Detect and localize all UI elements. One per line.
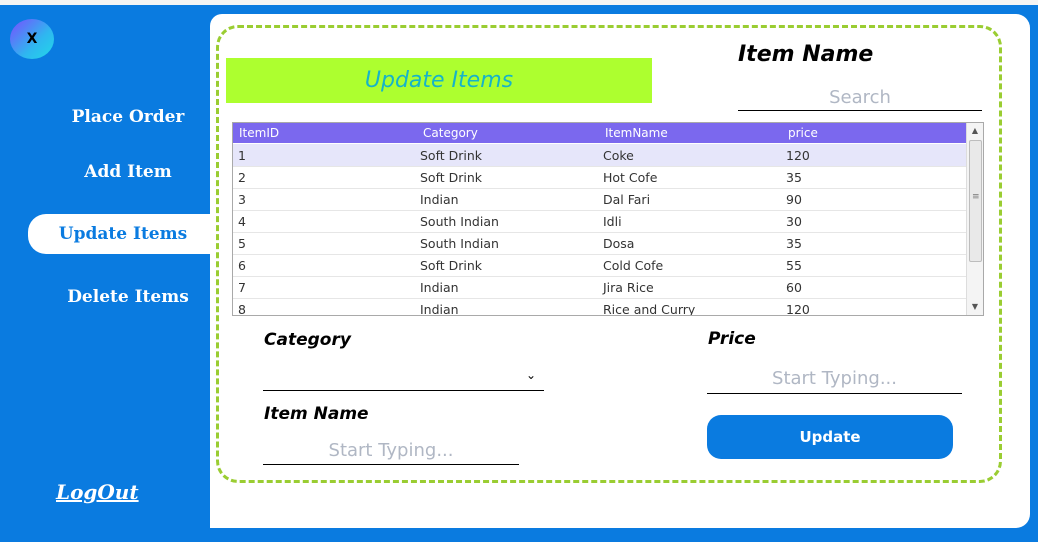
cell-itemid: 7 <box>238 280 246 295</box>
cell-category: Soft Drink <box>420 258 483 273</box>
cell-itemname: Dosa <box>603 236 635 251</box>
column-header-itemname[interactable]: ItemName <box>605 126 668 140</box>
sidebar-item-delete-items[interactable]: Delete Items <box>28 277 228 317</box>
cell-itemid: 3 <box>238 192 246 207</box>
cell-category: South Indian <box>420 236 499 251</box>
cell-itemid: 4 <box>238 214 246 229</box>
cell-price: 60 <box>786 280 802 295</box>
cell-itemname: Coke <box>603 148 634 163</box>
table-row[interactable]: 1 Soft Drink Coke 120 <box>233 144 966 167</box>
cell-category: Indian <box>420 302 459 316</box>
table-header: ItemID Category ItemName price <box>233 123 966 143</box>
table-row[interactable]: 3 Indian Dal Fari 90 <box>233 188 966 211</box>
sidebar-item-label: Place Order <box>71 107 185 127</box>
cell-category: Indian <box>420 192 459 207</box>
cell-price: 120 <box>786 148 810 163</box>
cell-category: Soft Drink <box>420 148 483 163</box>
price-input[interactable] <box>707 364 962 394</box>
cell-price: 35 <box>786 170 802 185</box>
scrollbar-thumb[interactable]: ≡ <box>969 140 982 262</box>
page-title: Update Items <box>226 58 652 103</box>
scroll-down-arrow-icon[interactable]: ▼ <box>967 299 983 315</box>
grip-icon: ≡ <box>972 192 980 202</box>
cell-category: Soft Drink <box>420 170 483 185</box>
chevron-down-icon: ⌄ <box>525 368 536 382</box>
items-table: ItemID Category ItemName price 1 Soft Dr… <box>232 122 984 316</box>
cell-price: 30 <box>786 214 802 229</box>
cell-category: Indian <box>420 280 459 295</box>
background-window-strip <box>0 0 1038 5</box>
cell-itemname: Dal Fari <box>603 192 651 207</box>
column-header-price[interactable]: price <box>788 126 818 140</box>
cell-itemname: Hot Cofe <box>603 170 658 185</box>
cell-itemid: 6 <box>238 258 246 273</box>
category-label: Category <box>264 330 351 350</box>
sidebar-item-add-item[interactable]: Add Item <box>28 152 228 192</box>
sidebar-item-place-order[interactable]: Place Order <box>28 97 228 137</box>
cell-itemid: 8 <box>238 302 246 316</box>
cell-itemname: Cold Cofe <box>603 258 664 273</box>
sidebar-item-label: Update Items <box>58 224 188 244</box>
cell-price: 55 <box>786 258 802 273</box>
item-name-search-label: Item Name <box>738 42 874 67</box>
cell-itemname: Rice and Curry <box>603 302 696 316</box>
price-label: Price <box>708 329 756 349</box>
column-header-category[interactable]: Category <box>423 126 478 140</box>
cell-price: 90 <box>786 192 802 207</box>
close-button[interactable]: X <box>10 19 54 59</box>
table-row[interactable]: 4 South Indian Idli 30 <box>233 210 966 233</box>
table-row[interactable]: 7 Indian Jira Rice 60 <box>233 276 966 299</box>
update-button[interactable]: Update <box>707 415 953 459</box>
column-header-itemid[interactable]: ItemID <box>239 126 279 140</box>
sidebar-item-label: Delete Items <box>67 287 189 307</box>
scroll-up-arrow-icon[interactable]: ▲ <box>967 123 983 139</box>
sidebar-item-label: Add Item <box>84 162 172 182</box>
sidebar-item-update-items[interactable]: Update Items <box>28 214 218 254</box>
cell-itemname: Jira Rice <box>603 280 654 295</box>
cell-itemname: Idli <box>603 214 622 229</box>
cell-price: 120 <box>786 302 810 316</box>
table-scrollbar[interactable]: ▲ ≡ ▼ <box>966 123 983 315</box>
category-select[interactable]: ⌄ <box>263 360 544 391</box>
cell-itemid: 5 <box>238 236 246 251</box>
table-row[interactable]: 2 Soft Drink Hot Cofe 35 <box>233 166 966 189</box>
item-name-label: Item Name <box>264 404 369 424</box>
cell-price: 35 <box>786 236 802 251</box>
table-row[interactable]: 5 South Indian Dosa 35 <box>233 232 966 255</box>
table-row[interactable]: 8 Indian Rice and Curry 120 <box>233 298 966 316</box>
item-name-input[interactable] <box>263 436 519 465</box>
logout-link[interactable]: LogOut <box>56 480 139 504</box>
search-input[interactable] <box>738 84 982 111</box>
table-row[interactable]: 6 Soft Drink Cold Cofe 55 <box>233 254 966 277</box>
cell-itemid: 1 <box>238 148 246 163</box>
cell-category: South Indian <box>420 214 499 229</box>
close-icon: X <box>26 31 38 47</box>
cell-itemid: 2 <box>238 170 246 185</box>
